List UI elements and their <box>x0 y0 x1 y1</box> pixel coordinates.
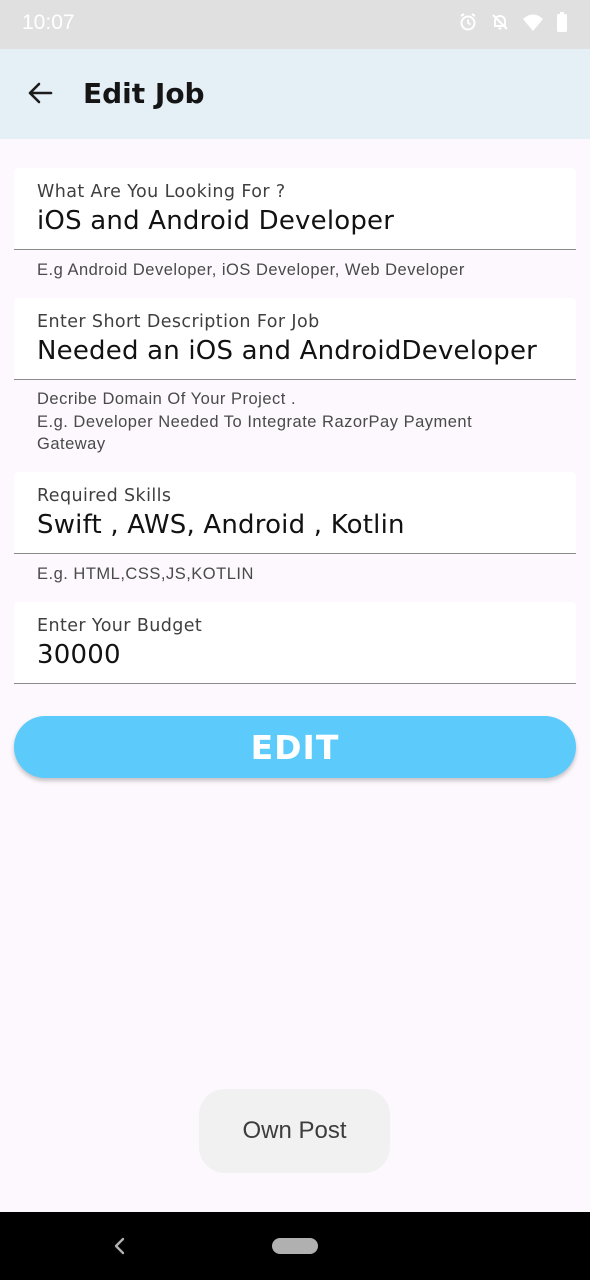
app-bar: Edit Job <box>0 49 590 139</box>
arrow-back-icon <box>26 79 54 111</box>
status-bar: 10:07 <box>0 0 590 49</box>
job-title-input[interactable]: iOS and Android Developer <box>37 206 553 236</box>
budget-label: Enter Your Budget <box>37 616 203 636</box>
job-title-helper: E.g Android Developer, iOS Developer, We… <box>37 261 465 279</box>
alarm-icon <box>458 12 478 32</box>
edit-button-label: EDIT <box>250 727 340 767</box>
budget-field[interactable]: Enter Your Budget 30000 <box>14 602 576 684</box>
nav-home-pill[interactable] <box>272 1238 318 1254</box>
description-input[interactable]: Needed an iOS and AndroidDeveloper <box>37 336 553 366</box>
status-time: 10:07 <box>22 11 75 34</box>
skills-input[interactable]: Swift , AWS, Android , Kotlin <box>37 510 553 540</box>
notifications-off-icon <box>490 12 510 32</box>
toast: Own Post <box>199 1089 390 1173</box>
job-title-label: What Are You Looking For ? <box>37 182 286 202</box>
system-nav-bar <box>0 1212 590 1280</box>
job-title-field[interactable]: What Are You Looking For ? iOS and Andro… <box>14 168 576 250</box>
description-helper-line: Decribe Domain Of Your Project . <box>37 390 297 408</box>
nav-back-icon[interactable] <box>108 1234 132 1258</box>
budget-input[interactable]: 30000 <box>37 640 553 670</box>
skills-helper: E.g. HTML,CSS,JS,KOTLIN <box>37 565 254 583</box>
back-button[interactable] <box>20 75 60 115</box>
description-helper: Decribe Domain Of Your Project . E.g. De… <box>37 388 557 456</box>
skills-field[interactable]: Required Skills Swift , AWS, Android , K… <box>14 472 576 554</box>
toast-text: Own Post <box>242 1117 347 1144</box>
wifi-icon <box>522 12 544 32</box>
description-field[interactable]: Enter Short Description For Job Needed a… <box>14 298 576 380</box>
description-label: Enter Short Description For Job <box>37 312 320 332</box>
battery-icon <box>556 12 568 32</box>
description-helper-line: E.g. Developer Needed To Integrate Razor… <box>37 412 473 431</box>
edit-button[interactable]: EDIT <box>14 716 576 778</box>
status-icons <box>458 12 568 32</box>
skills-label: Required Skills <box>37 486 172 506</box>
page-title: Edit Job <box>83 77 205 110</box>
description-helper-line: Gateway <box>37 435 106 453</box>
